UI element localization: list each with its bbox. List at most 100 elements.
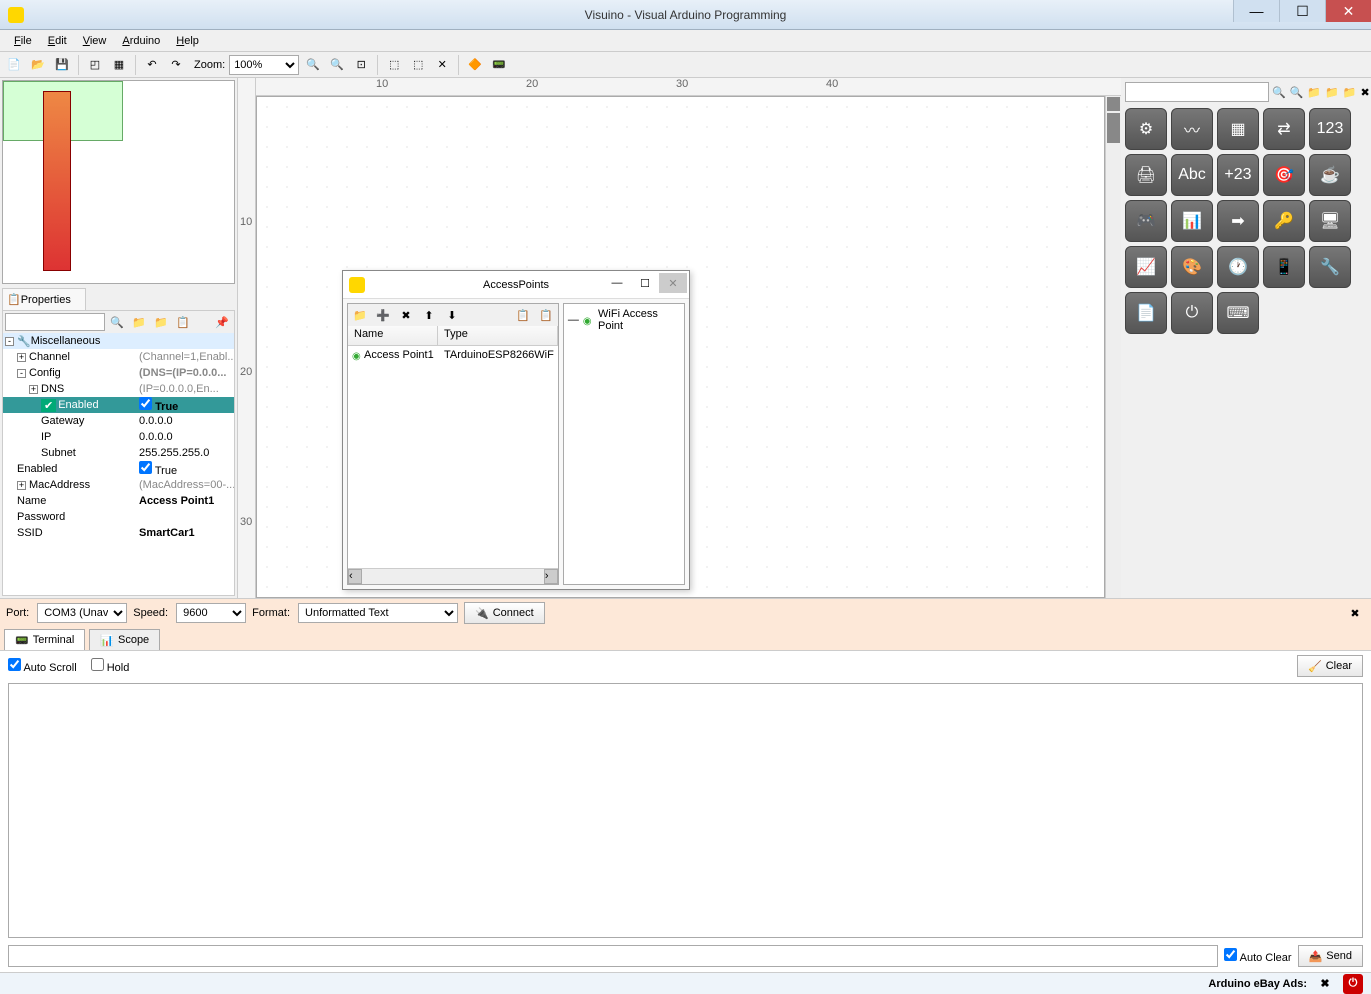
prop-row-channel[interactable]: +Channel(Channel=1,Enabl... [3, 349, 234, 365]
palette-sort-icon[interactable]: 🔍 [1289, 82, 1305, 102]
palette-item-18[interactable]: 📱 [1263, 246, 1305, 288]
close-button[interactable]: ✕ [1325, 0, 1371, 22]
terminal-input[interactable] [8, 945, 1218, 967]
new-button[interactable]: 📄 [4, 55, 24, 75]
tree-item-wifi-ap[interactable]: — WiFi Access Point [564, 304, 684, 336]
palette-exp1-icon[interactable]: 📁 [1306, 82, 1322, 102]
palette-item-8[interactable]: 🎯 [1263, 154, 1305, 196]
palette-item-9[interactable]: ☕ [1309, 154, 1351, 196]
status-power-icon[interactable]: ⏻ [1343, 974, 1363, 994]
palette-item-20[interactable]: 📄 [1125, 292, 1167, 334]
dlg-add2-icon[interactable]: ➕ [373, 305, 393, 325]
snap-button[interactable]: ◰ [85, 55, 105, 75]
send-button[interactable]: 📤 Send [1298, 945, 1363, 967]
palette-item-6[interactable]: Abc [1171, 154, 1213, 196]
serial-icon[interactable]: 📟 [489, 55, 509, 75]
palette-item-13[interactable]: 🔑 [1263, 200, 1305, 242]
scroll-thumb[interactable] [1107, 113, 1120, 143]
menu-edit[interactable]: Edit [40, 33, 75, 49]
palette-item-2[interactable]: ▦ [1217, 108, 1259, 150]
prop-row-password[interactable]: Password [3, 509, 234, 525]
prop-row-config[interactable]: -Config(DNS=(IP=0.0.0... [3, 365, 234, 381]
palette-item-12[interactable]: ➡ [1217, 200, 1259, 242]
dlg-add-icon[interactable]: 📁 [350, 305, 370, 325]
palette-item-3[interactable]: ⇄ [1263, 108, 1305, 150]
zoom-select[interactable]: 100% [229, 55, 299, 75]
dialog-maximize-button[interactable]: ☐ [631, 273, 659, 293]
connect-button[interactable]: 🔌 Connect [464, 602, 545, 624]
clear-button[interactable]: 🧹 Clear [1297, 655, 1363, 677]
prop-category-icon[interactable]: 📋 [173, 312, 193, 332]
prop-row-gateway[interactable]: Gateway0.0.0.0 [3, 413, 234, 429]
zoom-out-icon[interactable]: 🔍 [327, 55, 347, 75]
tab-scope[interactable]: 📊 Scope [89, 629, 160, 650]
palette-exp2-icon[interactable]: 📁 [1324, 82, 1340, 102]
prop-row-enabled[interactable]: Enabled True [3, 461, 234, 477]
palette-item-21[interactable]: ⏻ [1171, 292, 1213, 334]
col-type[interactable]: Type [438, 326, 558, 345]
dialog-close-button[interactable]: ✕ [659, 273, 687, 293]
palette-item-0[interactable]: ⚙ [1125, 108, 1167, 150]
palette-item-15[interactable]: 📈 [1125, 246, 1167, 288]
prop-row-ip[interactable]: IP0.0.0.0 [3, 429, 234, 445]
palette-item-22[interactable]: ⌨ [1217, 292, 1259, 334]
tab-terminal[interactable]: 📟 Terminal [4, 629, 85, 650]
scrollbar-vertical[interactable] [1105, 96, 1121, 598]
prop-row-macaddress[interactable]: +MacAddress(MacAddress=00-... [3, 477, 234, 493]
prop-filter-icon[interactable]: 🔍 [107, 312, 127, 332]
prop-row-name[interactable]: NameAccess Point1 [3, 493, 234, 509]
palette-item-16[interactable]: 🎨 [1171, 246, 1213, 288]
dialog-minimize-button[interactable]: — [603, 273, 631, 293]
speed-select[interactable]: 9600 [176, 603, 246, 623]
prop-row-dns[interactable]: +DNS(IP=0.0.0.0,En... [3, 381, 234, 397]
menu-arduino[interactable]: Arduino [114, 33, 168, 49]
palette-tool-icon[interactable]: ✖ [1360, 82, 1371, 102]
open-button[interactable]: 📂 [28, 55, 48, 75]
menu-view[interactable]: View [75, 33, 115, 49]
palette-item-7[interactable]: +23 [1217, 154, 1259, 196]
scroll-right-icon[interactable]: › [544, 569, 558, 584]
palette-item-19[interactable]: 🔧 [1309, 246, 1351, 288]
zoom-fit-icon[interactable]: ⊡ [351, 55, 371, 75]
dlg-delete-icon[interactable]: ✖ [396, 305, 416, 325]
minimize-button[interactable]: — [1233, 0, 1279, 22]
prop-row-enabled[interactable]: ✔Enabled True [3, 397, 234, 413]
terminal-tools-icon[interactable]: ✖ [1345, 603, 1365, 623]
scroll-left-icon[interactable]: ‹ [348, 569, 362, 584]
ungroup-icon[interactable]: ⬚ [408, 55, 428, 75]
dialog-titlebar[interactable]: AccessPoints — ☐ ✕ [343, 271, 689, 299]
maximize-button[interactable]: ☐ [1279, 0, 1325, 22]
dialog-list-row[interactable]: Access Point1 TArduinoESP8266WiF [348, 346, 558, 364]
terminal-output[interactable] [8, 683, 1363, 938]
prop-expand-icon[interactable]: 📁 [129, 312, 149, 332]
scroll-up-icon[interactable] [1107, 97, 1120, 111]
delete-icon[interactable]: ✕ [432, 55, 452, 75]
zoom-in-icon[interactable]: 🔍 [303, 55, 323, 75]
properties-tab[interactable]: 📋 Properties [2, 288, 86, 310]
palette-item-17[interactable]: 🕐 [1217, 246, 1259, 288]
col-name[interactable]: Name [348, 326, 438, 345]
prop-row-subnet[interactable]: Subnet255.255.255.0 [3, 445, 234, 461]
menu-help[interactable]: Help [168, 33, 207, 49]
grid-button[interactable]: ▦ [109, 55, 129, 75]
palette-filter-icon[interactable]: 🔍 [1271, 82, 1287, 102]
palette-item-4[interactable]: 123 [1309, 108, 1351, 150]
palette-item-1[interactable]: 〰 [1171, 108, 1213, 150]
prop-pin-icon[interactable]: 📌 [212, 312, 232, 332]
format-select[interactable]: Unformatted Text [298, 603, 458, 623]
port-select[interactable]: COM3 (Unava [37, 603, 127, 623]
dlg-up-icon[interactable]: ⬆ [419, 305, 439, 325]
properties-search[interactable] [5, 313, 105, 331]
dialog-scrollbar-h[interactable]: ‹ › [348, 568, 558, 584]
status-tool-icon[interactable]: ✖ [1315, 974, 1335, 994]
dlg-copy-icon[interactable]: 📋 [513, 305, 533, 325]
menu-file[interactable]: File [6, 33, 40, 49]
overview-panel[interactable] [2, 80, 235, 284]
hold-check[interactable]: Hold [91, 658, 130, 674]
dlg-paste-icon[interactable]: 📋 [536, 305, 556, 325]
upload-icon[interactable]: 🔶 [465, 55, 485, 75]
auto-clear-check[interactable]: Auto Clear [1224, 948, 1291, 964]
palette-search[interactable] [1125, 82, 1269, 102]
redo-button[interactable]: ↷ [166, 55, 186, 75]
undo-button[interactable]: ↶ [142, 55, 162, 75]
